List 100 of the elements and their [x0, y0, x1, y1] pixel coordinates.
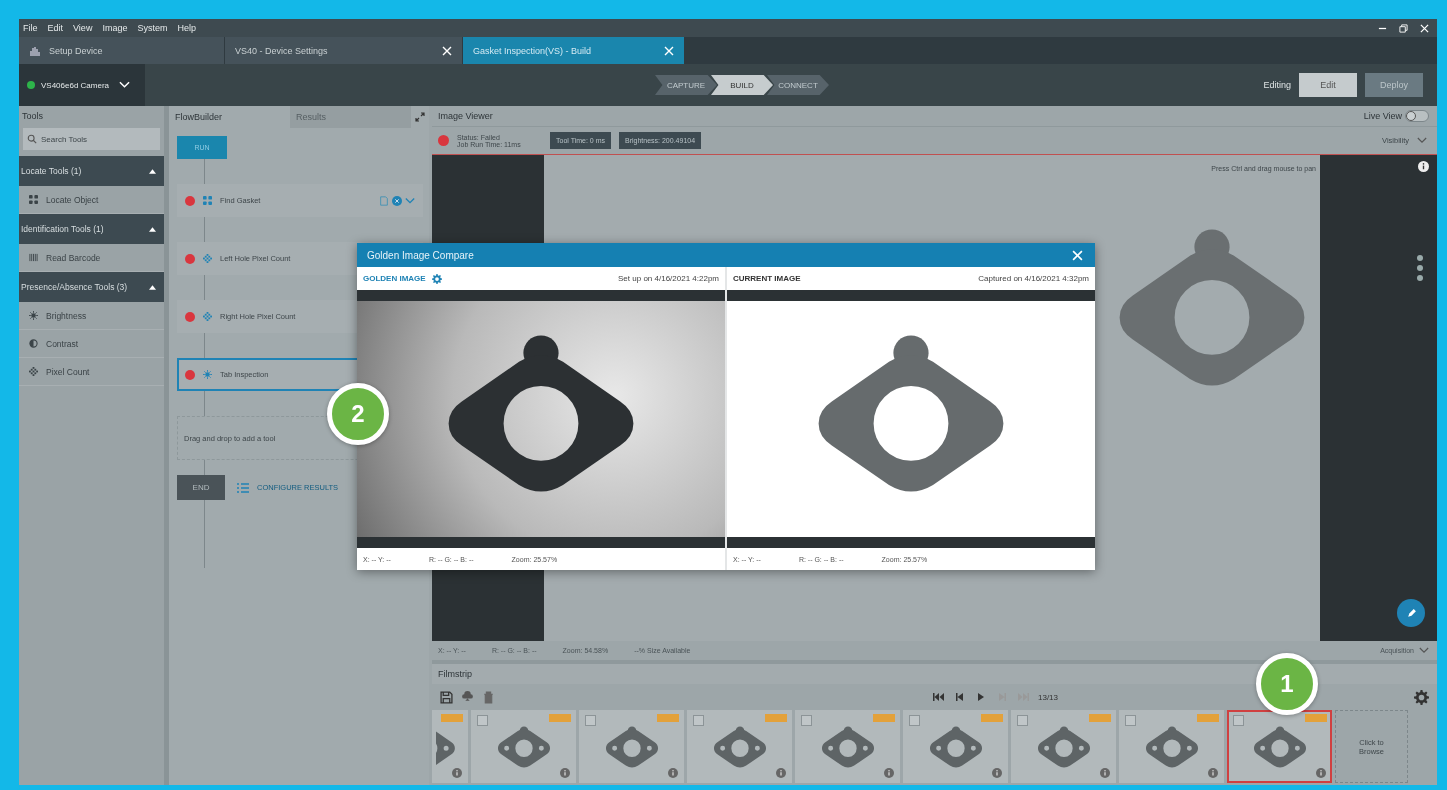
pencil-icon	[1405, 607, 1417, 619]
menu-item[interactable]: Help	[177, 23, 196, 33]
device-name: VS406e6d Camera	[41, 80, 110, 90]
status-tag	[1089, 714, 1111, 722]
checkbox[interactable]	[477, 715, 488, 726]
menu-item[interactable]: View	[73, 23, 93, 33]
frame-counter: 13/13	[1038, 692, 1059, 702]
checkbox[interactable]	[801, 715, 812, 726]
checker-icon	[203, 312, 212, 321]
settings-icon[interactable]	[1414, 689, 1429, 705]
grid-icon	[29, 195, 38, 204]
workflow-step[interactable]: CAPTURE	[655, 75, 717, 95]
tab-label: Gasket Inspection(VS) - Build	[473, 45, 592, 56]
chevron-down-icon[interactable]	[405, 195, 415, 206]
mode-button[interactable]: Deploy	[1365, 73, 1423, 97]
tool-group-header[interactable]: Locate Tools (1)	[19, 156, 164, 186]
tool-group-header[interactable]: Identification Tools (1)	[19, 214, 164, 244]
mode-button[interactable]: Edit	[1299, 73, 1357, 97]
status-tag	[873, 714, 895, 722]
sun-icon	[203, 370, 212, 379]
more-icon[interactable]	[1417, 255, 1423, 281]
search-field[interactable]: Search Tools	[23, 128, 160, 150]
end-node: END	[177, 475, 225, 500]
checkbox[interactable]	[1017, 715, 1028, 726]
save-icon[interactable]	[440, 690, 453, 704]
step-back-icon[interactable]	[954, 693, 966, 701]
panel-tab[interactable]: Results	[290, 106, 411, 128]
filmstrip-thumbnail[interactable]	[579, 710, 684, 783]
filmstrip-thumbnail[interactable]	[795, 710, 900, 783]
close-icon[interactable]	[1072, 249, 1083, 261]
skip-back-icon[interactable]	[933, 693, 945, 701]
live-view-label: Live View	[1363, 111, 1402, 121]
info-icon[interactable]	[1418, 161, 1429, 172]
group-label: Identification Tools (1)	[21, 224, 104, 234]
checkbox[interactable]	[909, 715, 920, 726]
checker-icon	[29, 367, 38, 376]
status-tag	[1197, 714, 1219, 722]
panel-title: Image Viewer	[438, 111, 493, 121]
menu-item[interactable]: Image	[102, 23, 128, 33]
status-tag	[1305, 714, 1327, 722]
filmstrip-thumbnail[interactable]	[1119, 710, 1224, 783]
tool-group-header[interactable]: Presence/Absence Tools (3)	[19, 272, 164, 302]
device-selector[interactable]: VS406e6d Camera	[19, 64, 145, 106]
close-icon[interactable]	[1420, 23, 1429, 33]
tool-item[interactable]: Brightness	[19, 302, 164, 330]
status-tag	[657, 714, 679, 722]
status-tag	[441, 714, 463, 722]
sun-icon	[29, 311, 38, 320]
filmstrip-thumbnail[interactable]	[1227, 710, 1332, 783]
workflow-step[interactable]: BUILD	[711, 75, 773, 95]
edit-fab[interactable]	[1397, 599, 1425, 627]
cloud-icon[interactable]	[461, 690, 474, 704]
status-tag	[549, 714, 571, 722]
document-tab[interactable]: VS40 - Device Settings	[225, 37, 463, 64]
mode-label: Editing	[1263, 80, 1291, 90]
search-icon	[27, 134, 37, 144]
checkbox[interactable]	[1233, 715, 1244, 726]
tool-item[interactable]: Contrast	[19, 330, 164, 358]
group-label: Locate Tools (1)	[21, 166, 82, 176]
settings-icon[interactable]	[431, 273, 442, 284]
panel-title: Tools	[21, 110, 44, 123]
close-icon[interactable]	[664, 45, 674, 56]
chevron-down-icon	[1417, 137, 1427, 144]
list-icon	[237, 482, 249, 493]
chevron-down-icon	[119, 81, 131, 89]
expand-icon[interactable]	[415, 112, 425, 122]
filmstrip-thumbnail[interactable]	[432, 710, 468, 783]
workflow-step[interactable]: CONNECT	[767, 75, 829, 95]
checkbox[interactable]	[693, 715, 704, 726]
status-tag	[765, 714, 787, 722]
timestamp-text: Set up on 4/16/2021 4:22pm	[618, 274, 719, 283]
checker-icon	[203, 254, 212, 263]
menu-item[interactable]: Edit	[47, 23, 64, 33]
close-icon[interactable]	[442, 45, 452, 56]
filmstrip-thumbnail[interactable]	[687, 710, 792, 783]
checkbox[interactable]	[1125, 715, 1136, 726]
menu-item[interactable]: File	[23, 23, 38, 33]
toggle-switch[interactable]	[1405, 110, 1429, 122]
filmstrip-thumbnail[interactable]	[1011, 710, 1116, 783]
pane-label: CURRENT IMAGE	[733, 274, 801, 283]
menu-item[interactable]: System	[137, 23, 168, 33]
checkbox[interactable]	[585, 715, 596, 726]
barcode-icon	[29, 253, 38, 262]
document-tab[interactable]: Setup Device	[19, 37, 225, 64]
timestamp-text: Captured on 4/16/2021 4:32pm	[978, 274, 1089, 283]
tool-item[interactable]: Pixel Count	[19, 358, 164, 386]
tab-label: VS40 - Device Settings	[235, 45, 328, 56]
document-tab[interactable]: Gasket Inspection(VS) - Build	[463, 37, 685, 64]
close-circle-icon[interactable]	[392, 195, 402, 206]
grid-icon	[203, 196, 212, 205]
step-actions[interactable]	[379, 195, 415, 206]
group-label: Presence/Absence Tools (3)	[21, 282, 128, 292]
restore-icon[interactable]	[1399, 23, 1408, 33]
trash-icon[interactable]	[482, 690, 495, 704]
tab-label: Setup Device	[49, 45, 103, 56]
chevron-down-icon	[1419, 647, 1429, 654]
pane-label: GOLDEN IMAGE	[363, 274, 426, 283]
filmstrip-thumbnail[interactable]	[471, 710, 576, 783]
status-tag	[981, 714, 1003, 722]
filmstrip-thumbnail[interactable]	[903, 710, 1008, 783]
